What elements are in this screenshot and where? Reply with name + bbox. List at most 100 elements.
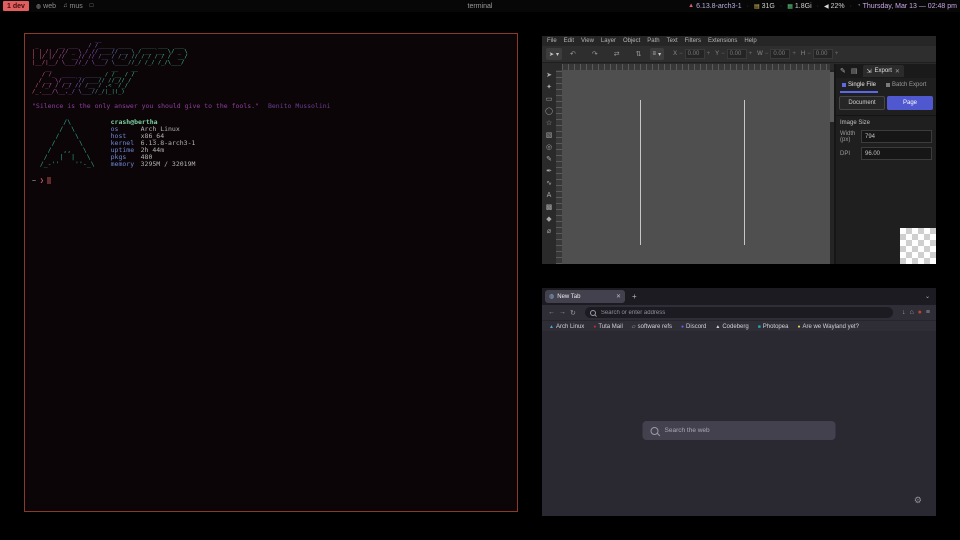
- canvas-area: [556, 64, 834, 264]
- stepper-minus[interactable]: −: [721, 51, 725, 57]
- stepper-plus[interactable]: +: [792, 51, 796, 57]
- y-input[interactable]: 0.00: [727, 49, 747, 59]
- width-input[interactable]: 794: [861, 130, 932, 143]
- menu-extensions[interactable]: Extensions: [708, 38, 737, 44]
- workspace-dev[interactable]: 1 dev: [3, 1, 29, 11]
- web-search-box[interactable]: Search the web: [643, 421, 836, 440]
- bookmark-label: Tuta Mail: [598, 324, 622, 330]
- stepper-plus[interactable]: +: [835, 51, 839, 57]
- rotate-cw-icon[interactable]: ↷: [592, 50, 598, 58]
- spiral-tool[interactable]: ◎: [546, 144, 552, 151]
- red-dot-extension-icon[interactable]: ●: [918, 309, 922, 316]
- export-dialog-tab[interactable]: ⇲ Export ✕: [863, 65, 904, 77]
- menu-icon[interactable]: ≡: [926, 309, 930, 316]
- stepper-minus[interactable]: −: [765, 51, 769, 57]
- menu-filters[interactable]: Filters: [685, 38, 701, 44]
- text-tool[interactable]: A: [547, 192, 552, 199]
- discord-icon: ●: [681, 324, 684, 330]
- download-icon[interactable]: ↓: [902, 309, 906, 316]
- canvas[interactable]: [562, 70, 830, 264]
- export-icon: ⇲: [867, 68, 872, 75]
- w-input[interactable]: 0.00: [770, 49, 790, 59]
- stepper-minus[interactable]: −: [679, 51, 683, 57]
- menu-file[interactable]: File: [547, 38, 557, 44]
- flip-horizontal-icon[interactable]: ⇄: [614, 50, 620, 58]
- stepper-plus[interactable]: +: [707, 51, 711, 57]
- document-button[interactable]: Document: [839, 96, 885, 110]
- node-tool[interactable]: ✦: [546, 84, 552, 91]
- h-input[interactable]: 0.00: [813, 49, 833, 59]
- bookmark-software-refs[interactable]: ▱software refs: [632, 324, 672, 330]
- calligraphy-tool[interactable]: ∿: [546, 180, 552, 187]
- measure-tool[interactable]: ⌀: [547, 228, 551, 235]
- memory-module: ▦1.8Gi: [787, 3, 811, 10]
- workspace-mus[interactable]: ♫mus: [63, 1, 83, 11]
- flip-vertical-icon[interactable]: ⇅: [636, 50, 642, 58]
- new-tab-button[interactable]: +: [632, 292, 637, 301]
- kernel-module: ▲6.13.8-arch3-1: [688, 3, 741, 10]
- dpi-input[interactable]: 96.00: [861, 147, 932, 160]
- stepper-plus[interactable]: +: [749, 51, 753, 57]
- export-tab-label: Export: [875, 68, 892, 74]
- page-button[interactable]: Page: [887, 96, 933, 110]
- rotate-ccw-icon[interactable]: ↶: [570, 50, 576, 58]
- menu-edit[interactable]: Edit: [564, 38, 574, 44]
- reload-icon[interactable]: ↻: [570, 309, 576, 317]
- extension-icon[interactable]: ⌂: [909, 309, 913, 316]
- menu-object[interactable]: Object: [623, 38, 640, 44]
- star-tool[interactable]: ☆: [546, 120, 552, 127]
- forward-icon[interactable]: →: [559, 309, 566, 316]
- gear-icon[interactable]: ⚙: [914, 495, 922, 506]
- close-icon[interactable]: ✕: [895, 68, 900, 75]
- layers-icon[interactable]: ▤: [851, 67, 858, 75]
- bookmark-arch-linux[interactable]: ▲Arch Linux: [549, 324, 584, 330]
- menu-layer[interactable]: Layer: [601, 38, 616, 44]
- x-input[interactable]: 0.00: [685, 49, 705, 59]
- box3d-tool[interactable]: ▧: [546, 132, 553, 139]
- pencil-tool[interactable]: ✎: [546, 156, 552, 163]
- menu-view[interactable]: View: [581, 38, 594, 44]
- list-all-tabs-icon[interactable]: ⌄: [925, 293, 930, 300]
- shell-prompt[interactable]: ~ ❯: [32, 177, 510, 185]
- workspace-web[interactable]: ◍web: [36, 1, 56, 11]
- gradient-tool[interactable]: ▩: [546, 204, 553, 211]
- menu-text[interactable]: Text: [667, 38, 678, 44]
- tab-single-file[interactable]: Single File: [840, 81, 878, 93]
- search-placeholder: Search the web: [665, 427, 710, 434]
- export-mode-tabs: Single File Batch Export: [836, 78, 936, 93]
- align-dropdown[interactable]: ≡ ▾: [650, 48, 665, 60]
- bookmark-discord[interactable]: ●Discord: [681, 324, 706, 330]
- pencil-icon[interactable]: ✎: [840, 67, 846, 75]
- terminal-window[interactable]: __ _ __ ___ / /_____ ____ ____ ___ ___ |…: [24, 33, 518, 512]
- volume-module: ◀22%: [824, 3, 845, 10]
- navigation-bar: ← → ↻ ↓ ⌂ ● ≡: [542, 305, 936, 320]
- close-icon[interactable]: ✕: [616, 293, 621, 300]
- workspace-scratch[interactable]: □: [90, 1, 94, 11]
- selector-icon: ➤: [549, 51, 554, 58]
- inkscape-window[interactable]: File Edit View Layer Object Path Text Filters Ex…: [542, 36, 936, 264]
- back-icon[interactable]: ←: [548, 309, 555, 316]
- address-input[interactable]: [599, 309, 888, 317]
- browser-window[interactable]: ◍ New Tab ✕ + ⌄ ← → ↻ ↓ ⌂ ● ≡ ▲Arch Linu…: [542, 288, 936, 516]
- tab-new-tab[interactable]: ◍ New Tab ✕: [545, 290, 625, 303]
- inkscape-body: ➤ ✦ ▭ ◯ ☆ ▧ ◎ ✎ ✒ ∿ A ▩ ◆ ⌀ ✎ ▤ ⇲ Export ✕: [542, 64, 936, 264]
- menu-help[interactable]: Help: [744, 38, 756, 44]
- bookmark-photopea[interactable]: ■Photopea: [758, 324, 789, 330]
- pen-tool[interactable]: ✒: [546, 168, 552, 175]
- tab-batch-export[interactable]: Batch Export: [884, 81, 928, 93]
- stepper-minus[interactable]: −: [807, 51, 811, 57]
- y-field-group: Y−0.00+: [715, 49, 752, 59]
- clock-module: ◔Thursday, Mar 13 — 02:48 pm: [857, 3, 957, 10]
- rectangle-tool[interactable]: ▭: [546, 96, 553, 103]
- page-border-left: [640, 100, 641, 245]
- selection-mode-dropdown[interactable]: ➤ ▾: [546, 48, 562, 60]
- bookmark-codeberg[interactable]: ▲Codeberg: [715, 324, 748, 330]
- dropper-tool[interactable]: ◆: [546, 216, 551, 223]
- bookmark-are-we-wayland-yet-[interactable]: ●Are we Wayland yet?: [797, 324, 859, 330]
- bookmark-tuta-mail[interactable]: ●Tuta Mail: [593, 324, 622, 330]
- field-label: Y: [715, 51, 719, 57]
- url-bar[interactable]: [585, 307, 893, 318]
- selector-tool[interactable]: ➤: [546, 72, 552, 79]
- menu-path[interactable]: Path: [647, 38, 659, 44]
- ellipse-tool[interactable]: ◯: [545, 108, 553, 115]
